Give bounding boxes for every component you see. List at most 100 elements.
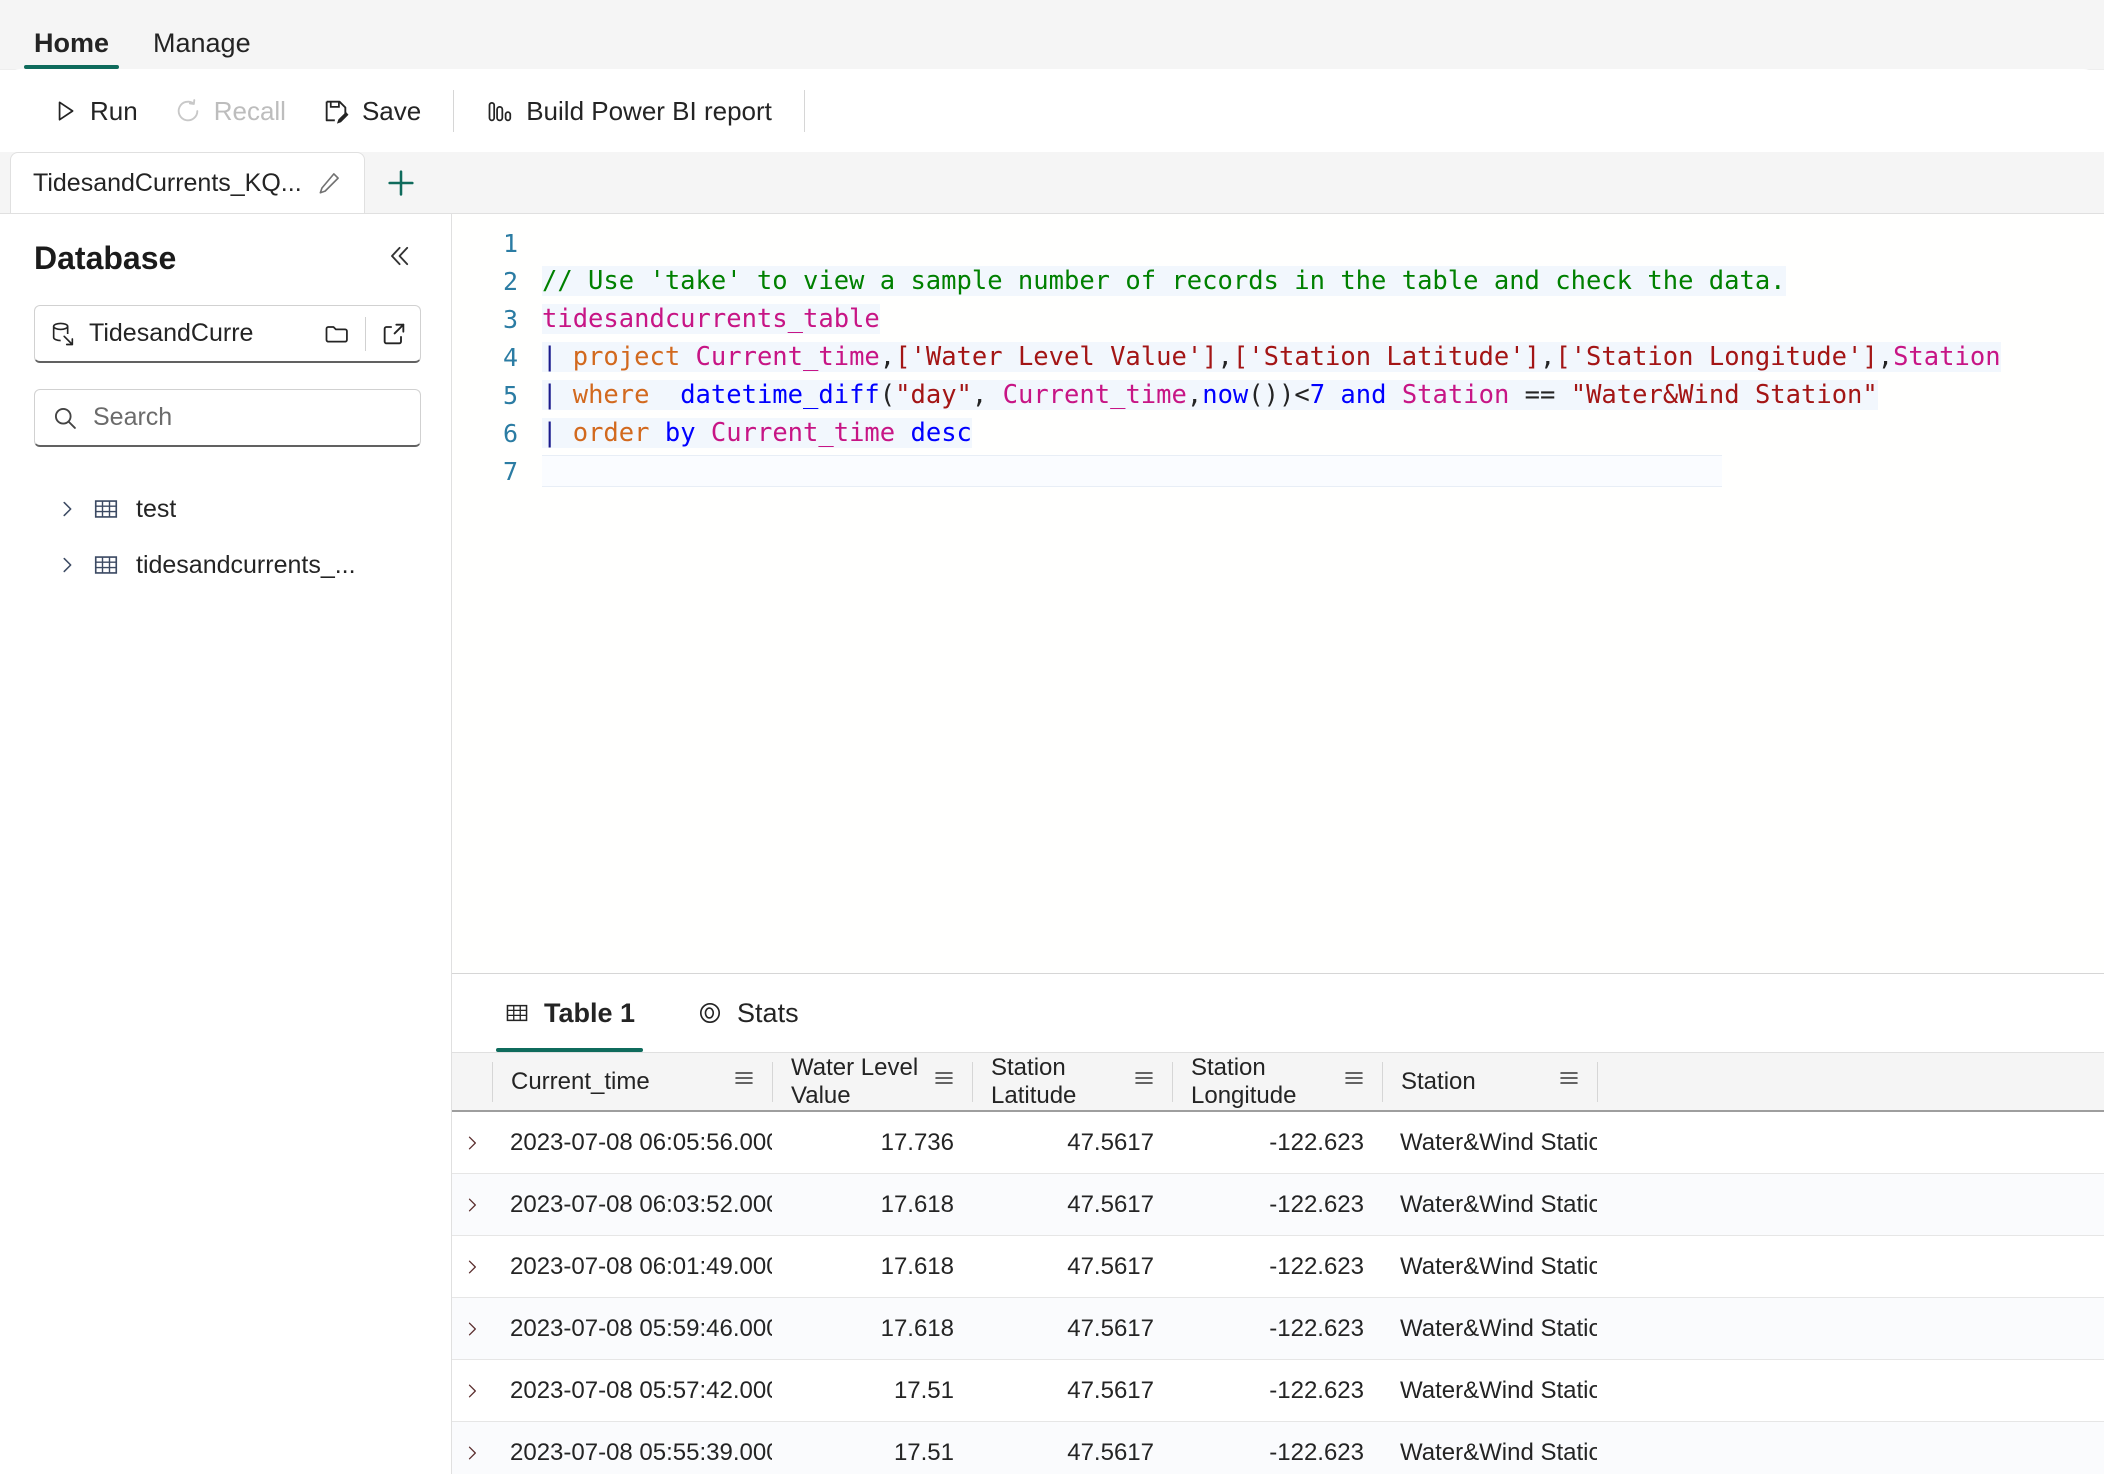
tab-table-1[interactable]: Table 1	[478, 974, 661, 1052]
run-button[interactable]: Run	[34, 88, 156, 135]
line-number: 5	[502, 380, 518, 410]
database-name: TidesandCurre	[89, 319, 254, 347]
code-line[interactable]: 6 | order by Current_time desc	[452, 414, 2104, 452]
table-row[interactable]: 2023-07-08 06:05:56.0000 17.736 47.5617 -12…	[452, 1112, 2104, 1174]
command-separator-2	[803, 90, 805, 132]
table-cell: Water&Wind Station	[1400, 1252, 1597, 1280]
code-text: | project Current_time,['Water Level Val…	[542, 342, 2001, 372]
chevron-right-icon[interactable]	[56, 498, 92, 520]
ribbon-tab-home[interactable]: Home	[12, 30, 131, 69]
bar-chart-icon	[486, 97, 514, 125]
table-row[interactable]: 2023-07-08 05:55:39.0000 17.51 47.5617 -122…	[452, 1422, 2104, 1474]
table-cell: 2023-07-08 05:55:39.0000	[510, 1438, 772, 1466]
code-line[interactable]: 2 // Use 'take' to view a sample number o…	[452, 262, 2104, 300]
code-line[interactable]: 5 | where datetime_diff("day", Current_ti…	[452, 376, 2104, 414]
database-icon	[49, 320, 77, 348]
search-input[interactable]	[93, 403, 404, 432]
database-selector[interactable]: TidesandCurre	[34, 305, 421, 363]
table-cell: 47.5617	[1067, 1314, 1154, 1342]
line-number: 7	[502, 456, 518, 486]
code-token: desc	[895, 418, 972, 448]
expand-row-chevron-icon[interactable]	[452, 1319, 492, 1339]
play-icon	[52, 98, 78, 124]
page-title: Database	[34, 240, 177, 276]
new-query-tab-button[interactable]	[365, 152, 437, 213]
folder-icon[interactable]	[317, 316, 357, 352]
command-bar: Run Recall Save Build Power BI report	[8, 70, 2096, 152]
code-token: datetime_diff	[664, 380, 880, 410]
run-label: Run	[90, 95, 138, 126]
ribbon-tab-manage[interactable]: Manage	[131, 30, 273, 69]
line-number: 1	[502, 228, 518, 258]
tree-item-tidesandcurrents[interactable]: tidesandcurrents_...	[34, 537, 421, 593]
recall-refresh-icon	[174, 97, 202, 125]
expand-row-chevron-icon[interactable]	[452, 1257, 492, 1277]
expand-row-chevron-icon[interactable]	[452, 1381, 492, 1401]
code-token: ())<	[1248, 380, 1310, 410]
tree-item-test[interactable]: test	[34, 481, 421, 537]
code-line[interactable]: 7	[452, 452, 2104, 490]
expand-row-chevron-icon[interactable]	[452, 1195, 492, 1215]
code-token: "day"	[895, 380, 972, 410]
code-line[interactable]: 4 | project Current_time,['Water Level Va…	[452, 338, 2104, 376]
code-token: now	[1202, 380, 1249, 410]
grid-column-header[interactable]: Station Latitude	[972, 1054, 1172, 1109]
grid-column-label: Water Level Value	[791, 1053, 919, 1109]
code-token: ,	[879, 342, 896, 372]
expand-row-chevron-icon[interactable]	[452, 1443, 492, 1463]
grid-column-header[interactable]: Water Level Value	[772, 1054, 972, 1109]
grid-column-header[interactable]: Current_time	[492, 1061, 772, 1102]
schema-tree: test tidesandcurrents_...	[34, 481, 421, 593]
grid-column-label: Station Longitude	[1191, 1053, 1297, 1109]
hamburger-icon[interactable]	[1132, 1066, 1156, 1097]
code-token: Current_time	[710, 418, 896, 448]
search-icon	[51, 404, 79, 432]
table-row[interactable]: 2023-07-08 06:01:49.0000 17.618 47.5617 -12…	[452, 1236, 2104, 1298]
table-row[interactable]: 2023-07-08 05:59:46.0000 17.618 47.5617 -12…	[452, 1298, 2104, 1360]
table-row[interactable]: 2023-07-08 05:57:42.0000 17.51 47.5617 -122…	[452, 1360, 2104, 1422]
table-cell: Water&Wind Station	[1400, 1314, 1597, 1342]
build-power-bi-report-button[interactable]: Build Power BI report	[468, 88, 790, 135]
tab-stats-label: Stats	[737, 997, 799, 1028]
grid-column-label: Station	[1401, 1067, 1476, 1095]
search-box[interactable]	[34, 389, 421, 447]
code-token: ,	[1539, 342, 1556, 372]
grid-column-header[interactable]: Station Longitude	[1172, 1054, 1382, 1109]
tab-stats[interactable]: Stats	[671, 974, 825, 1052]
code-token: ==	[1509, 380, 1571, 410]
code-token: |	[542, 380, 573, 410]
code-line[interactable]: 1	[452, 224, 2104, 262]
stats-donut-icon	[697, 1000, 723, 1026]
results-tab-bar: Table 1 Stats	[452, 974, 2104, 1052]
expand-row-chevron-icon[interactable]	[452, 1133, 492, 1153]
code-token: order	[572, 418, 665, 448]
hamburger-icon[interactable]	[1342, 1066, 1366, 1097]
query-tab-active[interactable]: TidesandCurrents_KQ...	[10, 152, 365, 213]
code-token: Current_time	[695, 342, 880, 372]
hamburger-icon[interactable]	[932, 1066, 956, 1097]
grid-column-label: Current_time	[511, 1067, 650, 1095]
code-token: ['Station Latitude']	[1232, 342, 1540, 372]
code-token: ['Water Level Value']	[895, 342, 1218, 372]
code-text: // Use 'take' to view a sample number of…	[542, 266, 1786, 296]
recall-button[interactable]: Recall	[156, 88, 304, 135]
open-in-new-icon[interactable]	[374, 316, 414, 352]
chevron-right-icon[interactable]	[56, 554, 92, 576]
grid-column-header[interactable]: Station	[1382, 1061, 1597, 1102]
hamburger-icon[interactable]	[732, 1066, 756, 1097]
table-cell: 47.5617	[1067, 1252, 1154, 1280]
pencil-icon[interactable]	[316, 170, 342, 196]
hamburger-icon[interactable]	[1557, 1066, 1581, 1097]
query-tab-label: TidesandCurrents_KQ...	[33, 168, 302, 197]
code-token: ['Station Longitude']	[1555, 342, 1878, 372]
collapse-pane-button[interactable]	[377, 238, 421, 279]
code-line[interactable]: 3 tidesandcurrents_table	[452, 300, 2104, 338]
table-row[interactable]: 2023-07-08 06:03:52.0000 17.618 47.5617 -12…	[452, 1174, 2104, 1236]
line-number: 4	[502, 342, 518, 372]
tree-item-label: tidesandcurrents_...	[136, 550, 356, 579]
results-panel: Table 1 Stats Current_time Water Level Va…	[452, 974, 2104, 1474]
kql-code-editor[interactable]: 1 2 // Use 'take' to view a sample number …	[452, 214, 2104, 974]
code-token: ,	[1217, 342, 1233, 372]
save-button[interactable]: Save	[304, 88, 439, 135]
recall-label: Recall	[213, 95, 286, 126]
